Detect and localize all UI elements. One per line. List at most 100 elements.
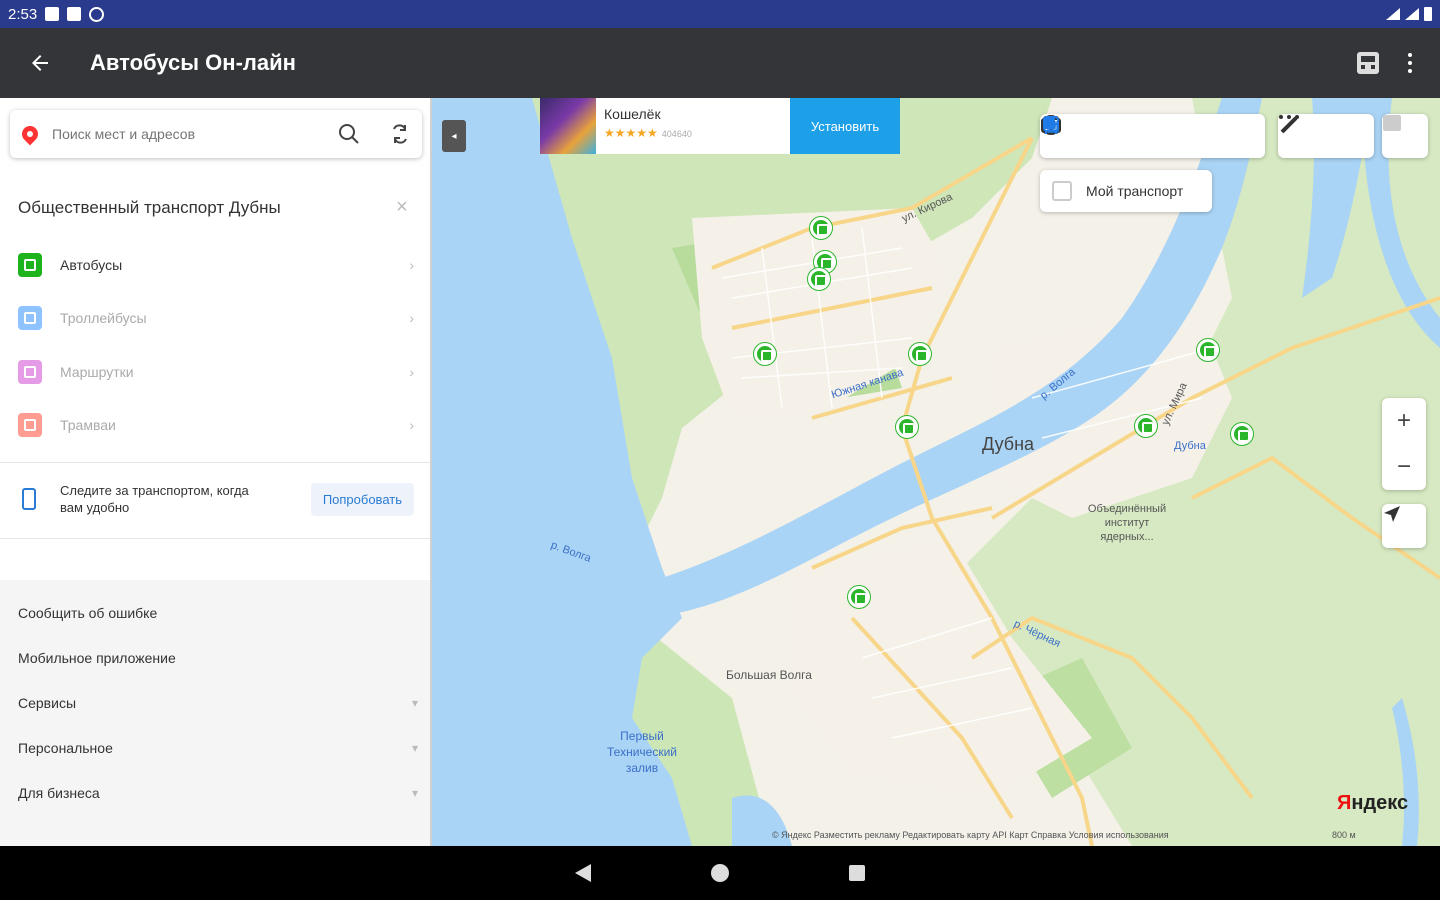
minibus-icon — [18, 359, 42, 384]
bus-stop-marker[interactable] — [1197, 339, 1219, 361]
try-button[interactable]: Попробовать — [310, 482, 414, 516]
chevron-down-icon: ▾ — [411, 695, 418, 710]
transport-item-label: Трамваи — [60, 417, 116, 434]
divider — [0, 538, 432, 539]
phone-icon — [22, 488, 36, 510]
bus-schedule-icon[interactable] — [1354, 49, 1382, 77]
nav-back-icon[interactable] — [575, 864, 591, 882]
rating-count: 404640 — [661, 129, 692, 139]
more-options-icon[interactable] — [1404, 53, 1416, 73]
my-transport-label: Мой транспорт — [1086, 183, 1184, 199]
link-label: Мобильное приложение — [18, 649, 176, 666]
institute-label: Объединённый институт ядерных... — [1087, 503, 1167, 543]
promo-text: Следите за транспортом, когда вам удобно — [60, 483, 249, 515]
status-time: 2:53 — [8, 5, 38, 23]
app-logo — [540, 98, 596, 154]
bus-stop-marker[interactable] — [810, 217, 832, 239]
bus-stop-marker[interactable] — [1231, 423, 1253, 445]
my-transport-checkbox[interactable] — [1052, 181, 1072, 201]
map-type-icon[interactable] — [1043, 117, 1251, 147]
yandex-logo-black: ндекс — [1351, 792, 1409, 814]
bus-stop-marker[interactable] — [896, 416, 918, 438]
zoom-in-button[interactable]: + — [1382, 398, 1426, 444]
bus-stop-marker[interactable] — [754, 343, 776, 365]
zoom-out-button[interactable]: − — [1382, 444, 1426, 490]
transport-section-title: Общественный транспорт Дубны — [18, 198, 281, 217]
chevron-right-icon: › — [409, 310, 414, 327]
map-copyright[interactable]: © Яндекс Разместить рекламу Редактироват… — [772, 830, 1169, 840]
bus-layer-icon[interactable] — [1043, 116, 1208, 147]
more-tools-icon[interactable] — [1279, 115, 1362, 147]
map-view[interactable]: ◂ Кошелёк ★★★★★ 404640 Установить Мой тра — [432, 98, 1440, 846]
link-business[interactable]: Для бизнеса ▾ — [18, 770, 418, 815]
search-icon[interactable] — [338, 123, 360, 145]
bus-stop-marker[interactable] — [808, 268, 830, 290]
sd-card-icon — [67, 7, 82, 21]
left-panel: Общественный транспорт Дубны × Автобусы … — [0, 98, 432, 846]
app-bar: Автобусы Он-лайн — [0, 28, 1440, 98]
map-scale: 800 м — [1332, 830, 1356, 840]
system-nav-bar — [0, 846, 1440, 900]
link-report-error[interactable]: Сообщить об ошибке — [18, 590, 418, 635]
trolleybus-icon — [18, 306, 42, 331]
signal-icon — [1405, 8, 1419, 20]
install-button[interactable]: Установить — [790, 98, 900, 154]
transport-item-buses[interactable]: Автобусы › — [0, 238, 432, 292]
zoom-control: + − — [1382, 398, 1426, 490]
sync-icon — [89, 6, 105, 22]
ruler-icon[interactable] — [1280, 116, 1314, 147]
link-personal[interactable]: Персональное ▾ — [18, 725, 418, 770]
link-mobile-app[interactable]: Мобильное приложение — [18, 635, 418, 680]
yandex-logo: Яндекс — [1337, 792, 1408, 815]
chevron-right-icon: › — [409, 417, 414, 434]
chevron-right-icon: › — [409, 363, 414, 380]
map-tools-toolbar — [1278, 114, 1374, 158]
transport-item-trolleybuses[interactable]: Троллейбусы › — [0, 292, 432, 346]
fullscreen-button[interactable] — [1382, 114, 1428, 158]
bus-stop-marker[interactable] — [909, 343, 931, 365]
yandex-logo-red: Я — [1337, 792, 1352, 814]
link-label: Сервисы — [18, 694, 77, 711]
footer-links: Сообщить об ошибке Мобильное приложение … — [18, 590, 418, 815]
chevron-down-icon: ▾ — [411, 740, 418, 755]
route-icon[interactable] — [390, 123, 410, 145]
bus-stop-marker[interactable] — [1135, 415, 1157, 437]
search-box — [10, 110, 422, 158]
back-button[interactable] — [0, 28, 80, 98]
transport-item-label: Автобусы — [60, 256, 123, 273]
bus-stop-marker[interactable] — [848, 586, 870, 608]
divider — [0, 462, 432, 463]
notification-icon — [45, 7, 60, 21]
link-services[interactable]: Сервисы ▾ — [18, 680, 418, 725]
ad-app-name: Кошелёк — [604, 106, 661, 122]
ad-banner[interactable]: Кошелёк ★★★★★ 404640 Установить — [540, 98, 900, 154]
chevron-down-icon: ▾ — [411, 785, 418, 800]
close-transport-button[interactable]: × — [396, 196, 408, 219]
camera-icon[interactable] — [1041, 116, 1164, 147]
transport-item-label: Троллейбусы — [60, 310, 147, 327]
rating-stars: ★★★★★ — [604, 126, 658, 140]
fullscreen-icon — [1383, 115, 1401, 131]
arrow-left-icon — [32, 55, 48, 71]
ad-rating: ★★★★★ 404640 — [604, 126, 782, 140]
app-title: Автобусы Он-лайн — [90, 50, 296, 75]
nav-home-icon[interactable] — [711, 864, 729, 882]
my-transport-toggle[interactable]: Мой транспорт — [1040, 170, 1212, 212]
collapse-panel-button[interactable]: ◂ — [442, 120, 466, 152]
transport-item-trams[interactable]: Трамваи › — [0, 399, 432, 453]
locate-me-button[interactable] — [1382, 504, 1426, 548]
transport-list: Автобусы › Троллейбусы › Маршрутки › Тра… — [0, 238, 432, 452]
nav-recents-icon[interactable] — [849, 865, 865, 881]
station-label: Дубна — [1174, 440, 1206, 452]
transport-item-minibuses[interactable]: Маршрутки › — [0, 345, 432, 399]
status-bar: 2:53 — [0, 0, 1440, 28]
promo-banner: Следите за транспортом, когда вам удобно… — [0, 464, 432, 534]
city-label: Дубна — [982, 434, 1035, 454]
traffic-icon[interactable] — [1043, 116, 1121, 147]
tram-icon — [18, 413, 42, 438]
link-label: Сообщить об ошибке — [18, 604, 158, 621]
bay-label: Первый Технический залив — [607, 729, 677, 775]
search-input[interactable] — [52, 126, 338, 142]
transport-item-label: Маршрутки — [60, 363, 134, 380]
chevron-right-icon: › — [409, 256, 414, 273]
